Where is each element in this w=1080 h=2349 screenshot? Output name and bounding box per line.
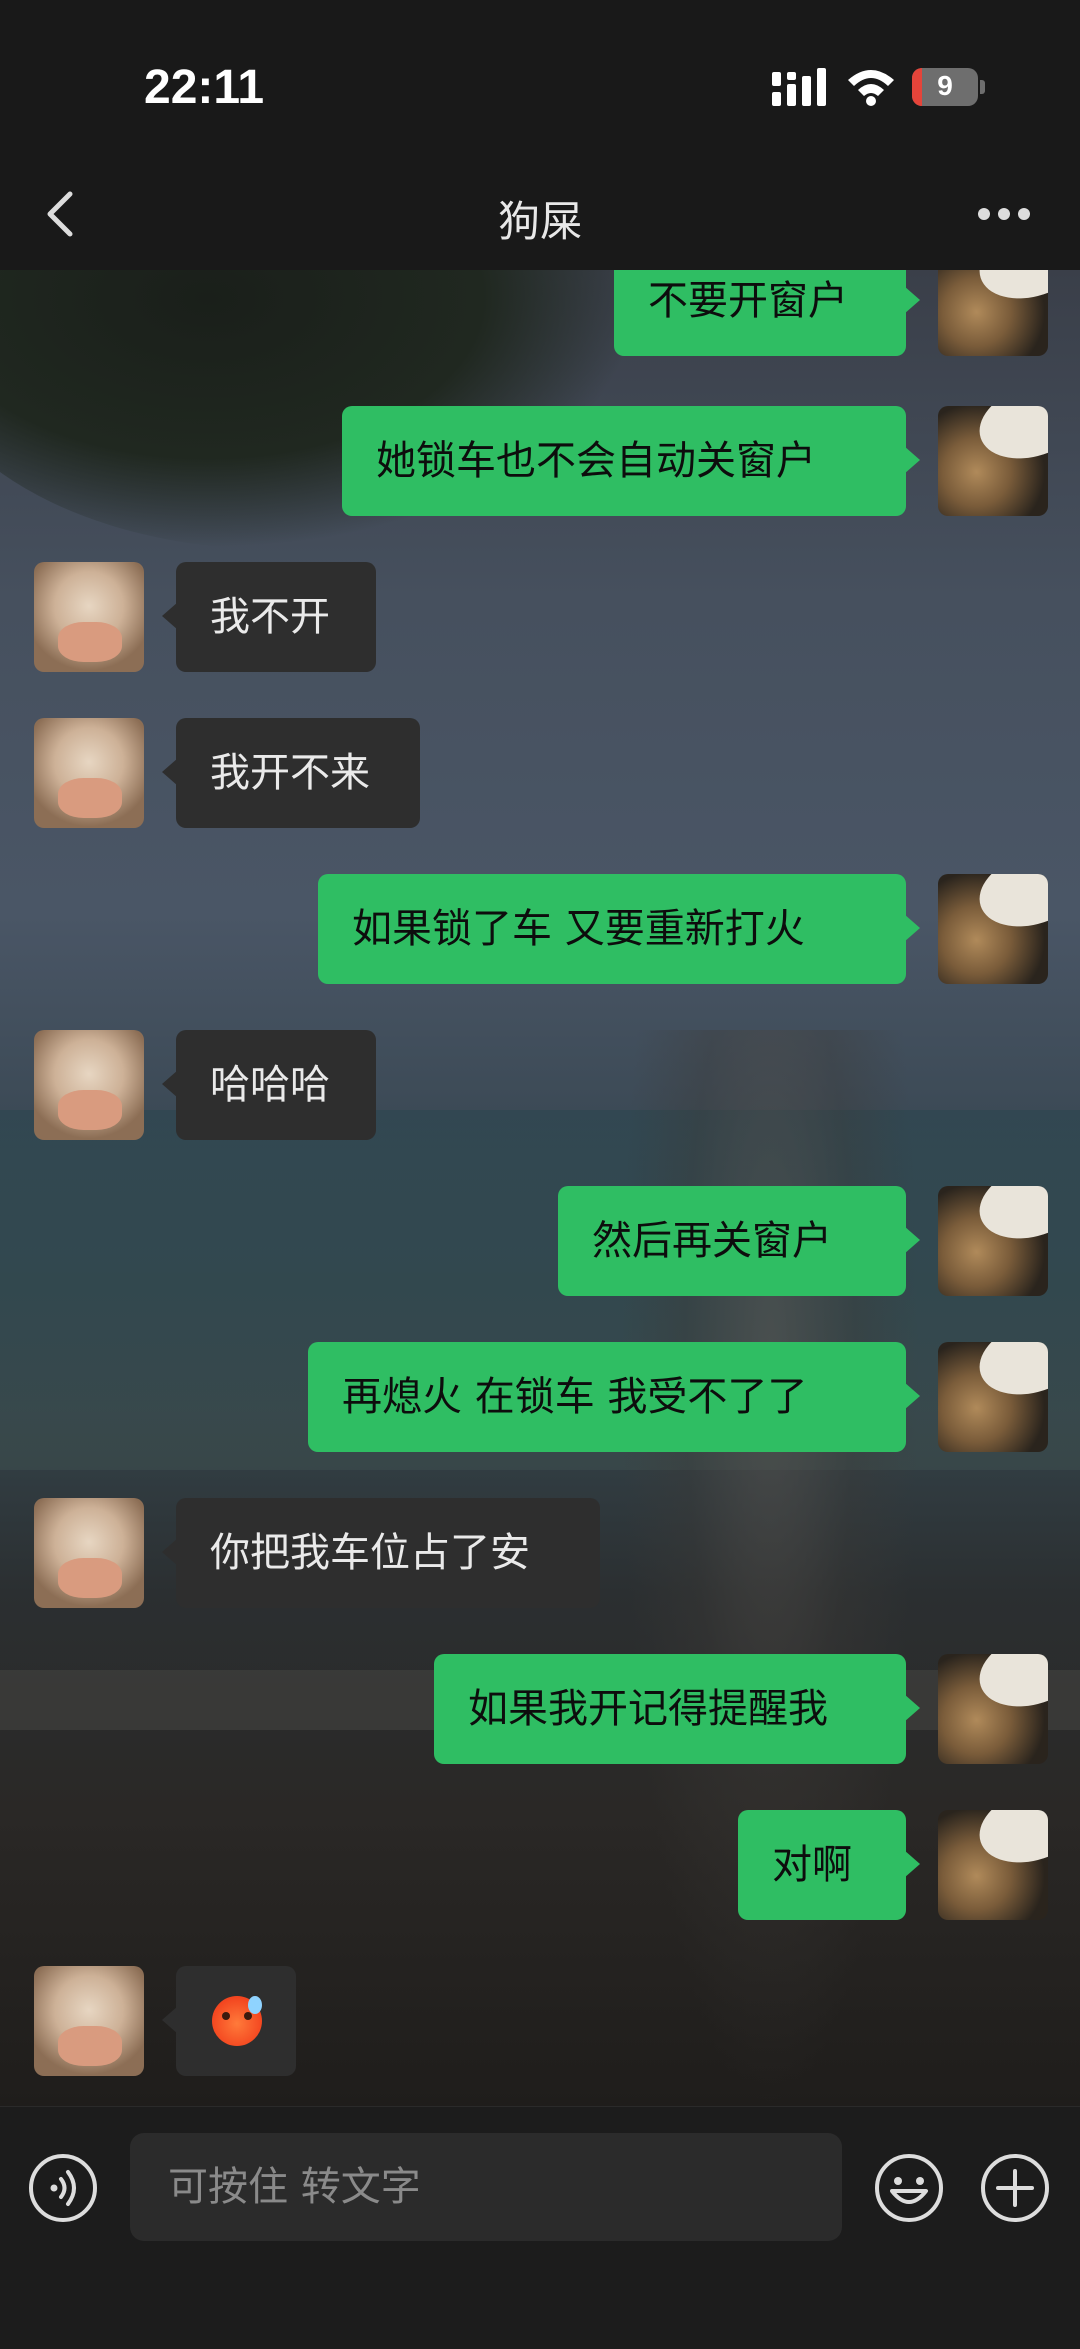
contact-avatar[interactable] xyxy=(34,1030,144,1140)
contact-avatar[interactable] xyxy=(34,718,144,828)
message-bubble-outgoing[interactable]: 如果我开记得提醒我 xyxy=(434,1654,920,1764)
message-input[interactable]: 可按住 转文字 xyxy=(130,2133,842,2241)
signal-icon xyxy=(772,68,826,106)
message-bubble-outgoing[interactable]: 然后再关窗户 xyxy=(558,1186,920,1296)
my-avatar[interactable] xyxy=(938,874,1048,984)
more-dots-icon[interactable] xyxy=(976,206,1032,222)
message-bubble-outgoing[interactable]: 对啊 xyxy=(738,1810,920,1920)
message-bubble-incoming[interactable]: 哈哈哈 xyxy=(162,1030,376,1140)
contact-avatar[interactable] xyxy=(34,1498,144,1608)
my-avatar[interactable] xyxy=(938,1186,1048,1296)
status-time: 22:11 xyxy=(144,61,265,114)
status-bar: 22:11 9 xyxy=(0,0,1080,170)
battery-tip xyxy=(980,80,985,94)
message-bubble-incoming[interactable]: 你把我车位占了安 xyxy=(162,1498,600,1608)
my-avatar[interactable] xyxy=(938,1810,1048,1920)
battery-level: 9 xyxy=(937,70,953,101)
my-avatar[interactable] xyxy=(938,406,1048,516)
input-bar: 可按住 转文字 xyxy=(0,2106,1080,2349)
message-bubble-outgoing[interactable]: 如果锁了车 又要重新打火 xyxy=(318,874,920,984)
message-bubble-outgoing[interactable]: 再熄火 在锁车 我受不了了 xyxy=(308,1342,920,1452)
message-bubble-outgoing[interactable]: 她锁车也不会自动关窗户 xyxy=(342,406,920,516)
my-avatar[interactable] xyxy=(938,270,1048,356)
wifi-icon xyxy=(848,70,894,106)
battery-icon: 9 xyxy=(912,68,978,106)
emoji-icon[interactable] xyxy=(874,2153,944,2223)
message-bubble-incoming[interactable]: 我不开 xyxy=(162,562,376,672)
my-avatar[interactable] xyxy=(938,1342,1048,1452)
plus-icon[interactable] xyxy=(980,2153,1050,2223)
message-bubble-outgoing[interactable]: 不要开窗户 xyxy=(614,270,920,356)
message-bubble-incoming[interactable]: 我开不来 xyxy=(162,718,420,828)
sweat-smile-emoji-icon xyxy=(212,1996,262,2046)
contact-avatar[interactable] xyxy=(34,1966,144,2076)
contact-avatar[interactable] xyxy=(34,562,144,672)
chat-area[interactable]: 不要开窗户 她锁车也不会自动关窗户 我不开 我开不来 如果锁了车 又要重新打火 … xyxy=(0,270,1080,2106)
my-avatar[interactable] xyxy=(938,1654,1048,1764)
voice-icon[interactable] xyxy=(28,2153,98,2223)
chat-header: 狗屎 xyxy=(0,170,1080,270)
message-bubble-incoming[interactable] xyxy=(162,1966,296,2076)
chat-title: 狗屎 xyxy=(497,197,582,246)
